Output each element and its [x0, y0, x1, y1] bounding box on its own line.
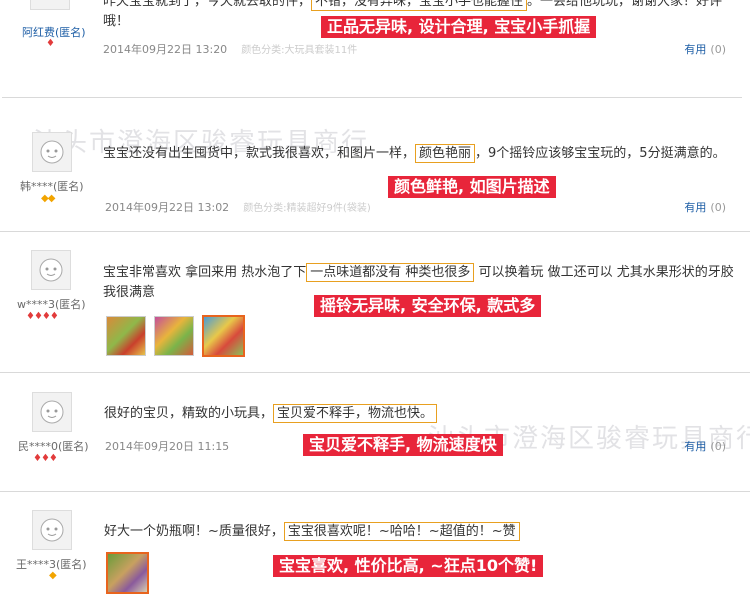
review-highlight: 一点味道都没有 种类也很多 — [306, 263, 475, 282]
useful-count: (0) — [710, 43, 726, 56]
rank-icon: ♦ — [46, 38, 55, 49]
review-date: 2014年09月22日 13:20 — [103, 43, 228, 56]
highlight-banner: 正品无异味, 设计合理, 宝宝小手抓握 — [321, 16, 597, 38]
highlight-banner: 宝贝爱不释手, 物流速度快 — [303, 434, 503, 456]
review-sku: 颜色分类:精装超好9件(袋装) — [243, 203, 371, 214]
divider — [0, 231, 750, 232]
review-text: 很好的宝贝，精致的小玩具， 宝贝爱不释手，物流也快。 — [104, 404, 704, 424]
avatar[interactable] — [32, 132, 72, 172]
rank-icon: ◆◆ — [41, 193, 55, 204]
review-meta: 2014年09月20日 11:15 — [105, 438, 229, 454]
review-date: 2014年09月22日 13:02 — [105, 201, 230, 214]
rank-icon: ◆ — [49, 570, 57, 581]
review-photo-thumbnail[interactable] — [106, 316, 146, 356]
highlight-banner: 摇铃无异味, 安全环保, 款式多 — [314, 295, 542, 317]
avatar[interactable] — [32, 392, 72, 432]
reviewer-name[interactable]: 民****0(匿名) — [18, 438, 89, 454]
rank-icon: ♦♦♦ — [33, 453, 58, 464]
divider — [0, 491, 750, 492]
avatar[interactable] — [31, 250, 71, 290]
useful-button[interactable]: 有用 (0) — [684, 41, 726, 57]
review-photo-thumbnail[interactable] — [202, 315, 245, 357]
review-meta: 2014年09月22日 13:20 颜色分类:大玩具套装11件 — [103, 41, 357, 57]
review-highlight: 颜色艳丽 — [415, 144, 476, 163]
review-highlight: 宝宝很喜欢呢！~哈哈！~超值的！~赞 — [283, 522, 520, 541]
rank-icon: ♦♦♦♦ — [26, 311, 59, 322]
useful-count: (0) — [710, 201, 726, 214]
reviewer-name[interactable]: 韩****(匿名) — [20, 178, 84, 194]
useful-count: (0) — [710, 440, 726, 453]
review-date: 2014年09月20日 11:15 — [105, 440, 230, 453]
avatar[interactable] — [32, 510, 72, 550]
review-meta: 2014年09月22日 13:02 颜色分类:精装超好9件(袋装) — [105, 199, 371, 215]
review-text: 宝宝还没有出生囤货中，款式我很喜欢，和图片一样， 颜色艳丽 ，9个摇铃应该够宝宝玩的… — [103, 144, 726, 163]
useful-button[interactable]: 有用 (0) — [684, 438, 726, 454]
reviewer-name[interactable]: w****3(匿名) — [17, 296, 86, 312]
highlight-banner: 颜色鲜艳, 如图片描述 — [388, 176, 556, 198]
review-photo-thumbnail[interactable] — [106, 552, 149, 594]
review-photo-thumbnail[interactable] — [154, 316, 194, 356]
highlight-banner: 宝宝喜欢, 性价比高, ~狂点10个赞! — [273, 555, 544, 577]
review-text: 好大一个奶瓶啊！~质量很好， 宝宝很喜欢呢！~哈哈！~超值的！~赞 — [104, 522, 704, 542]
divider — [0, 372, 750, 373]
review-highlight: 不错，没有异味，宝宝小手也能握住 — [311, 0, 528, 11]
review-highlight: 宝贝爱不释手，物流也快。 — [273, 404, 438, 423]
divider — [2, 97, 742, 98]
useful-button[interactable]: 有用 (0) — [684, 199, 726, 215]
avatar[interactable] — [30, 0, 70, 10]
review-sku: 颜色分类:大玩具套装11件 — [241, 45, 358, 56]
